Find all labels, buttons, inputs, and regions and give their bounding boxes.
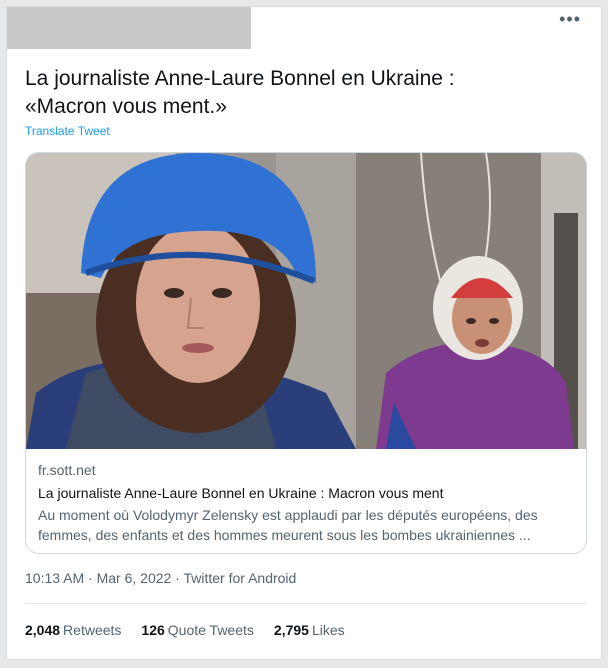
divider bbox=[25, 603, 587, 604]
tweet-card: ••• La journaliste Anne-Laure Bonnel en … bbox=[6, 6, 602, 660]
retweets-count: 2,048 bbox=[25, 622, 61, 638]
likes-count: 2,795 bbox=[273, 622, 309, 638]
retweets-stat[interactable]: 2,048 Retweets bbox=[25, 622, 121, 638]
translate-tweet-link[interactable]: Translate Tweet bbox=[25, 124, 110, 138]
likes-stat[interactable]: 2,795 Likes bbox=[274, 622, 345, 638]
tweet-text-line-1: La journaliste Anne-Laure Bonnel en Ukra… bbox=[25, 67, 455, 90]
retweets-label: Retweets bbox=[63, 622, 122, 638]
tweet-stats: 2,048 Retweets 126 Quote Tweets 2,795 Likes bbox=[25, 622, 345, 638]
link-preview-card[interactable]: fr.sott.net La journaliste Anne-Laure Bo… bbox=[25, 152, 587, 554]
likes-label: Likes bbox=[311, 622, 345, 638]
link-description-line-2: femmes, des enfants et des hommes meuren… bbox=[38, 527, 531, 543]
tweet-timestamp[interactable]: 10:13 AM · Mar 6, 2022 · Twitter for And… bbox=[25, 570, 296, 586]
link-preview-meta: fr.sott.net La journaliste Anne-Laure Bo… bbox=[38, 461, 578, 545]
more-options-icon[interactable]: ••• bbox=[559, 9, 581, 30]
link-description-line-1: Au moment où Volodymyr Zelensky est appl… bbox=[38, 507, 538, 523]
quote-tweets-stat[interactable]: 126 Quote Tweets bbox=[141, 622, 254, 638]
link-description: Au moment où Volodymyr Zelensky est appl… bbox=[38, 505, 578, 545]
tweet-text: La journaliste Anne-Laure Bonnel en Ukra… bbox=[25, 65, 585, 121]
redacted-header bbox=[7, 7, 251, 49]
link-domain: fr.sott.net bbox=[38, 462, 96, 478]
tweet-text-line-2: «Macron vous ment.» bbox=[25, 95, 227, 118]
quote-tweets-label: Quote Tweets bbox=[167, 622, 254, 638]
quote-tweets-count: 126 bbox=[141, 622, 165, 638]
link-title: La journaliste Anne-Laure Bonnel en Ukra… bbox=[38, 485, 444, 501]
link-preview-image bbox=[26, 153, 586, 449]
